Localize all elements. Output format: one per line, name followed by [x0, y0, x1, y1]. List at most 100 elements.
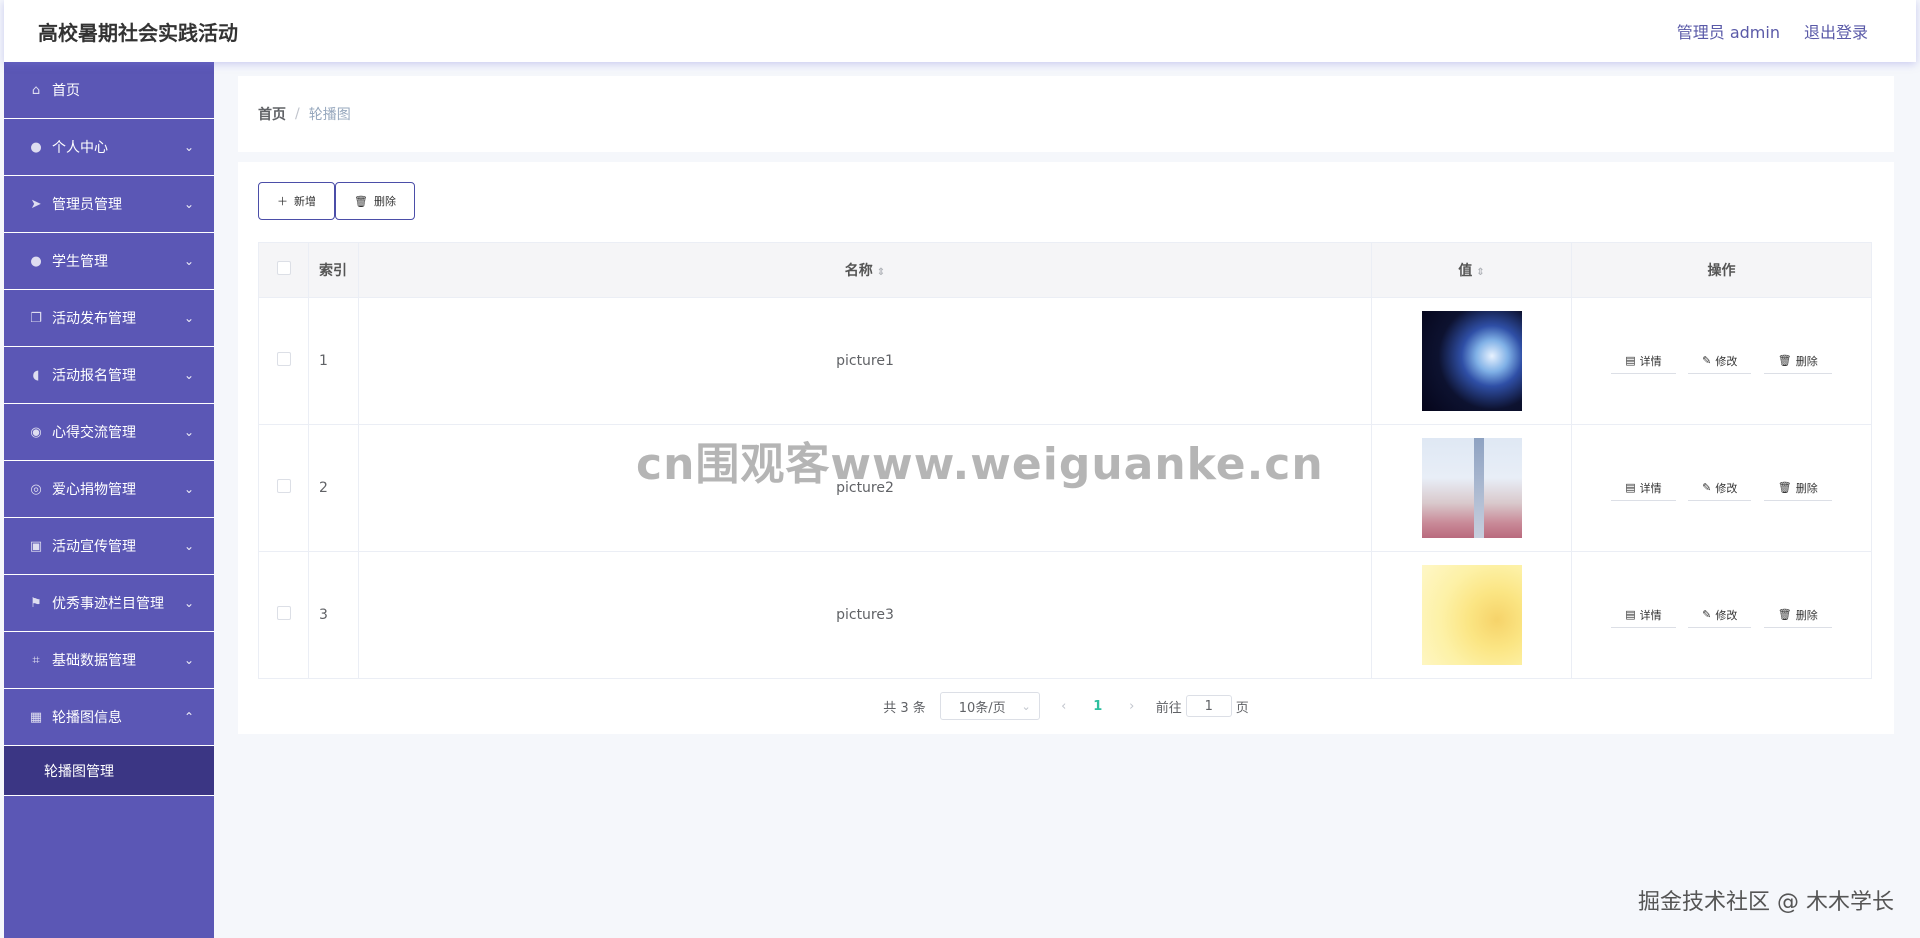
sidebar-item-activity-promotion[interactable]: ▣ 活动宣传管理 ⌄ [4, 518, 214, 575]
row-index: 2 [308, 424, 359, 552]
logout-button[interactable]: 退出登录 [1804, 19, 1868, 43]
sort-icon[interactable]: ⇕ [877, 267, 885, 278]
sidebar-item-label: 活动发布管理 [52, 311, 136, 327]
flag-icon: ⚑ [30, 595, 42, 611]
sidebar-item-student-management[interactable]: ● 学生管理 ⌄ [4, 233, 214, 290]
header-name-label: 名称 [844, 263, 873, 279]
edit-button[interactable]: ✎ 修改 [1688, 475, 1752, 501]
sidebar-item-excellent-deeds[interactable]: ⚑ 优秀事迹栏目管理 ⌄ [4, 575, 214, 632]
batch-delete-button[interactable]: 🗑 删除 [335, 182, 415, 220]
row-checkbox[interactable] [276, 606, 291, 620]
user-label[interactable]: 管理员 admin [1677, 19, 1780, 43]
detail-button[interactable]: ▤ 详情 [1611, 348, 1676, 374]
sidebar-item-label: 活动报名管理 [52, 368, 136, 384]
sidebar-item-personal-center[interactable]: ● 个人中心 ⌄ [4, 119, 214, 176]
row-select-cell[interactable] [258, 297, 309, 425]
sidebar-item-label: 首页 [52, 83, 80, 99]
row-checkbox[interactable] [276, 352, 291, 366]
edit-button[interactable]: ✎ 修改 [1688, 602, 1752, 628]
delete-button[interactable]: 🗑 删除 [1763, 602, 1832, 628]
sidebar-item-label: 轮播图信息 [52, 710, 122, 726]
page-number[interactable]: 1 [1088, 699, 1108, 714]
sort-icon[interactable]: ⇕ [1476, 267, 1484, 278]
user-icon: ● [30, 139, 42, 155]
watermark-corner: 掘金技术社区 @ 木木学长 [1638, 890, 1894, 915]
goto-page-input[interactable] [1185, 695, 1232, 717]
breadcrumb: 首页 / 轮播图 [238, 76, 1894, 152]
chevron-down-icon: ⌄ [1021, 699, 1031, 713]
delete-label: 删除 [1795, 481, 1818, 495]
home-icon: ⌂ [31, 82, 41, 98]
pencil-icon: ✎ [1702, 481, 1712, 494]
row-select-cell[interactable] [258, 424, 309, 552]
header-value[interactable]: 值 ⇕ [1371, 242, 1572, 298]
chevron-up-icon: ⌃ [183, 710, 194, 724]
header-name[interactable]: 名称 ⇕ [358, 242, 1372, 298]
chevron-down-icon: ⌄ [183, 482, 194, 496]
sidebar-item-base-data[interactable]: ⌗ 基础数据管理 ⌄ [4, 632, 214, 689]
detail-label: 详情 [1639, 354, 1662, 368]
sidebar-item-activity-publish[interactable]: ❐ 活动发布管理 ⌄ [4, 290, 214, 347]
chevron-down-icon: ⌄ [183, 425, 194, 439]
add-button-label: 新增 [294, 195, 316, 208]
crop-icon: ⌗ [32, 652, 40, 668]
sidebar-item-label: 管理员管理 [52, 197, 122, 213]
gift-icon: ◎ [30, 481, 42, 497]
sidebar-item-label: 心得交流管理 [52, 425, 136, 441]
add-button[interactable]: ＋ 新增 [258, 182, 335, 220]
carousel-thumbnail[interactable] [1421, 565, 1522, 665]
send-icon: ➤ [30, 196, 42, 212]
edit-label: 修改 [1715, 354, 1738, 368]
sidebar-item-label: 个人中心 [52, 140, 108, 156]
sidebar-subitem-carousel-management[interactable]: 轮播图管理 [4, 746, 214, 796]
grid-icon: ▦ [29, 709, 43, 725]
select-all-checkbox[interactable] [276, 261, 291, 275]
breadcrumb-current: 轮播图 [308, 107, 351, 123]
carousel-thumbnail[interactable] [1421, 311, 1522, 411]
delete-button-label: 删除 [373, 195, 396, 208]
plus-icon: ＋ [277, 195, 288, 208]
chevron-down-icon: ⌄ [183, 140, 194, 154]
detail-button[interactable]: ▤ 详情 [1611, 602, 1676, 628]
goto-page: 前往 页 [1156, 695, 1249, 717]
app-title: 高校暑期社会实践活动 [38, 20, 238, 45]
toolbar: ＋ 新增 🗑 删除 [258, 182, 415, 220]
goto-suffix: 页 [1235, 700, 1249, 716]
row-index: 3 [308, 551, 359, 679]
location-icon: ◉ [30, 424, 42, 440]
row-index: 1 [308, 297, 359, 425]
document-icon: ▤ [1625, 608, 1636, 621]
sidebar-item-home[interactable]: ⌂ 首页 [4, 62, 214, 119]
carousel-thumbnail[interactable] [1421, 438, 1522, 538]
table-header-row: 索引 名称 ⇕ 值 ⇕ 操作 [258, 242, 1872, 298]
breadcrumb-separator: / [295, 106, 300, 122]
detail-button[interactable]: ▤ 详情 [1611, 475, 1676, 501]
row-select-cell[interactable] [258, 551, 309, 679]
sidebar-item-admin-management[interactable]: ➤ 管理员管理 ⌄ [4, 176, 214, 233]
row-checkbox[interactable] [276, 479, 291, 493]
chevron-down-icon: ⌄ [183, 368, 194, 382]
delete-button[interactable]: 🗑 删除 [1763, 475, 1832, 501]
row-name: picture2 [358, 424, 1372, 552]
edit-label: 修改 [1715, 481, 1738, 495]
delete-button[interactable]: 🗑 删除 [1763, 348, 1832, 374]
goto-prefix: 前往 [1155, 700, 1182, 716]
page-size-select[interactable]: 10条/页 ⌄ [939, 692, 1040, 720]
chevron-down-icon: ⌄ [183, 311, 194, 325]
sidebar-item-experience-exchange[interactable]: ◉ 心得交流管理 ⌄ [4, 404, 214, 461]
copy-icon: ❐ [30, 310, 42, 326]
row-value-cell [1371, 551, 1572, 679]
sidebar-item-label: 优秀事迹栏目管理 [52, 596, 164, 612]
sidebar-item-label: 活动宣传管理 [52, 539, 136, 555]
sidebar-item-donation[interactable]: ◎ 爱心捐物管理 ⌄ [4, 461, 214, 518]
trash-icon: 🗑 [1777, 354, 1792, 367]
prev-page-button[interactable]: ‹ [1054, 699, 1074, 714]
sidebar-item-carousel-info[interactable]: ▦ 轮播图信息 ⌃ [4, 689, 214, 746]
header-select-all[interactable] [258, 242, 309, 298]
sidebar-item-activity-signup[interactable]: ◖ 活动报名管理 ⌄ [4, 347, 214, 404]
table-row: 2 picture2 ▤ 详情 ✎ 修改 🗑 删除 [258, 424, 1872, 552]
next-page-button[interactable]: › [1122, 699, 1142, 714]
breadcrumb-home[interactable]: 首页 [258, 104, 286, 124]
edit-button[interactable]: ✎ 修改 [1688, 348, 1752, 374]
delete-label: 删除 [1795, 608, 1818, 622]
